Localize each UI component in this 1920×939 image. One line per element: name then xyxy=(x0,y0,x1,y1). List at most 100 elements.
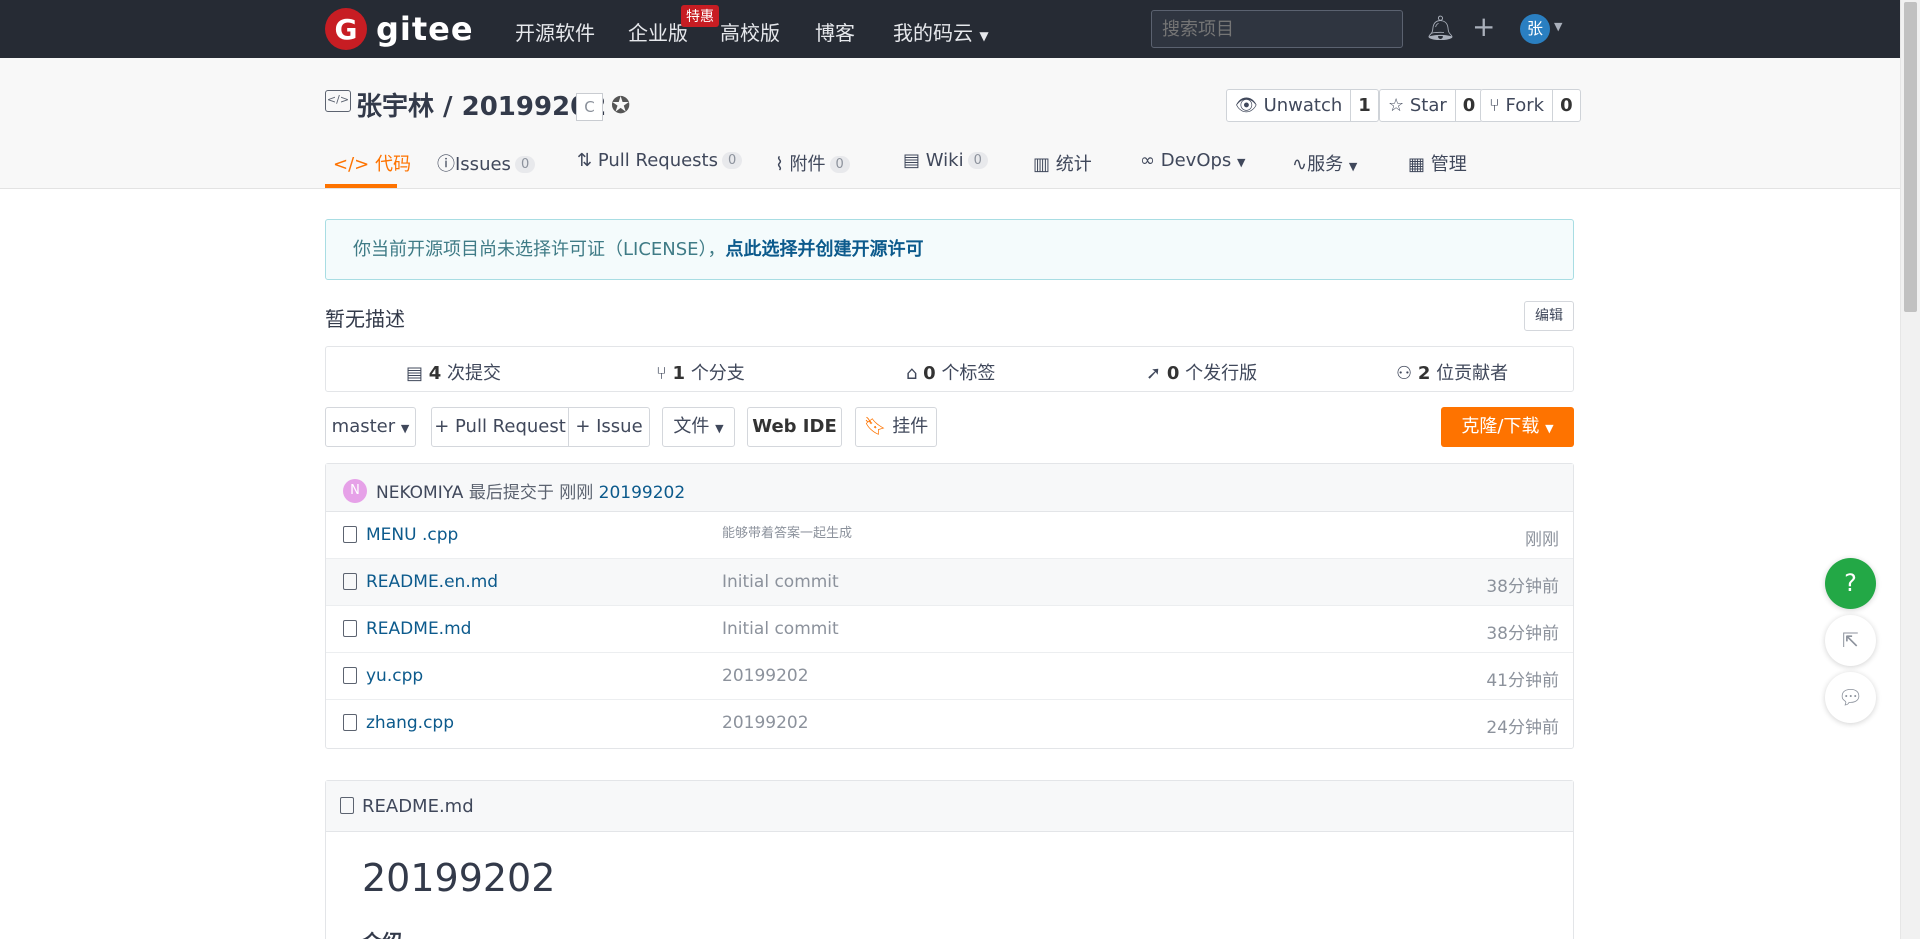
user-avatar[interactable]: 张 xyxy=(1520,14,1550,44)
file-commit-message[interactable]: Initial commit xyxy=(722,619,839,639)
tab-manage[interactable]: ▦ 管理 xyxy=(1408,150,1467,176)
edit-description-button[interactable]: 编辑 xyxy=(1524,301,1574,331)
star-button[interactable]: ☆ Star 0 xyxy=(1379,89,1484,122)
license-notice: 你当前开源项目尚未选择许可证（LICENSE），点此选择并创建开源许可 xyxy=(325,219,1574,280)
branch-icon: ⑂ xyxy=(656,363,667,384)
gitee-logo[interactable]: G gitee xyxy=(325,8,474,50)
nav-discount-badge: 特惠 xyxy=(681,5,719,27)
settings-doc-icon: ▦ xyxy=(1408,154,1426,175)
repo-code-icon: </> xyxy=(325,90,351,112)
stat-branches[interactable]: ⑂ 1 个分支 xyxy=(656,359,745,385)
gitee-logo-text: gitee xyxy=(376,10,474,48)
file-time: 24分钟前 xyxy=(1486,718,1559,738)
fork-button[interactable]: ⑂ Fork 0 xyxy=(1480,89,1581,122)
stat-contributors-label: 位贡献者 xyxy=(1436,363,1509,384)
clone-download-label: 克隆/下载 xyxy=(1461,416,1540,437)
branch-select[interactable]: master ▼ xyxy=(325,407,416,447)
widget-label: 挂件 xyxy=(892,416,929,437)
pull-request-icon: ⇅ xyxy=(577,150,593,171)
committer-avatar[interactable]: N xyxy=(343,479,367,503)
readme-filename[interactable]: README.md xyxy=(362,796,474,817)
tab-services[interactable]: ∿服务 ▼ xyxy=(1292,150,1357,176)
stat-releases-label: 个发行版 xyxy=(1185,363,1258,384)
widget-button[interactable]: 🔖︎ 挂件 xyxy=(855,407,937,447)
file-name[interactable]: yu.cpp xyxy=(366,666,423,686)
chevron-down-icon: ▼ xyxy=(979,29,989,43)
file-row[interactable]: README.en.md Initial commit 38分钟前 xyxy=(326,559,1573,606)
tab-stats[interactable]: ▥ 统计 xyxy=(1033,150,1092,176)
file-commit-message[interactable]: 20199202 xyxy=(722,666,809,686)
commit-link[interactable]: 20199202 xyxy=(599,483,686,503)
file-commit-message[interactable]: Initial commit xyxy=(722,572,839,592)
unwatch-label: Unwatch xyxy=(1263,95,1343,116)
issue-icon: ⓘ xyxy=(437,154,455,175)
tab-wiki[interactable]: ▤ Wiki 0 xyxy=(903,150,988,171)
nav-open-source[interactable]: 开源软件 xyxy=(515,17,595,46)
nav-my-gitee[interactable]: 我的码云 ▼ xyxy=(893,17,989,46)
clone-download-button[interactable]: 克隆/下载 ▼ xyxy=(1441,407,1574,447)
file-row[interactable]: zhang.cpp 20199202 24分钟前 xyxy=(326,700,1573,747)
file-name[interactable]: README.en.md xyxy=(366,572,498,592)
tab-code[interactable]: </> 代码 xyxy=(333,150,411,176)
file-menu-button[interactable]: 文件 ▼ xyxy=(662,407,735,447)
repo-title[interactable]: 张宇林 / 20199202 xyxy=(356,86,606,123)
web-ide-button[interactable]: Web IDE xyxy=(747,407,842,447)
file-row[interactable]: MENU .cpp 能够带着答案一起生成 刚刚 xyxy=(326,512,1573,559)
nav-university[interactable]: 高校版 xyxy=(720,17,780,46)
tab-issues[interactable]: ⓘIssues 0 xyxy=(437,150,536,176)
feedback-button[interactable]: 💬︎ xyxy=(1825,672,1876,723)
file-time: 刚刚 xyxy=(1525,530,1559,550)
stat-releases-value: 0 xyxy=(1166,363,1180,384)
nav-blog[interactable]: 博客 xyxy=(815,17,855,46)
chevron-down-icon: ▼ xyxy=(715,422,724,435)
stat-contributors[interactable]: ⚇ 2 位贡献者 xyxy=(1396,359,1508,385)
tab-attachments[interactable]: ⌇ 附件 0 xyxy=(775,150,850,176)
share-button[interactable]: ⇱ xyxy=(1825,615,1876,666)
stat-commits[interactable]: ▤ 4 次提交 xyxy=(406,359,501,385)
paperclip-icon: ⌇ xyxy=(775,154,784,175)
repo-description: 暂无描述 xyxy=(325,307,405,331)
search-input[interactable] xyxy=(1151,10,1403,48)
nav-enterprise[interactable]: 企业版 xyxy=(628,17,688,46)
unwatch-button[interactable]: 👁︎ Unwatch 1 xyxy=(1226,89,1379,122)
tab-attachments-count: 0 xyxy=(829,156,850,173)
tab-attachments-label: 附件 xyxy=(789,154,826,175)
scrollbar-thumb[interactable] xyxy=(1904,2,1917,312)
tab-devops[interactable]: ∞ DevOps ▼ xyxy=(1140,150,1246,171)
file-commit-message[interactable]: 能够带着答案一起生成 xyxy=(722,522,852,541)
file-name[interactable]: MENU .cpp xyxy=(366,525,458,545)
chat-icon: 💬︎ xyxy=(1837,685,1864,709)
file-commit-message[interactable]: 20199202 xyxy=(722,713,809,733)
commit-icon: ▤ xyxy=(406,363,424,384)
tab-wiki-count: 0 xyxy=(967,152,988,169)
file-name[interactable]: zhang.cpp xyxy=(366,713,454,733)
file-row[interactable]: README.md Initial commit 38分钟前 xyxy=(326,606,1573,653)
medal-icon[interactable]: ✪ xyxy=(611,93,630,119)
readme-header: README.md xyxy=(326,781,1573,832)
chevron-down-icon: ▼ xyxy=(1237,156,1246,169)
file-row[interactable]: yu.cpp 20199202 41分钟前 xyxy=(326,653,1573,700)
tab-stats-label: 统计 xyxy=(1055,154,1092,175)
file-name[interactable]: README.md xyxy=(366,619,471,639)
stat-releases[interactable]: ➚ 0 个发行版 xyxy=(1146,359,1257,385)
file-icon xyxy=(343,667,357,684)
avatar-chevron-down-icon[interactable]: ▼ xyxy=(1554,20,1562,33)
stat-tags-value: 0 xyxy=(923,363,936,384)
bell-icon[interactable]: 🔔︎ xyxy=(1425,14,1455,42)
commit-author[interactable]: NEKOMIYA xyxy=(376,483,463,503)
help-button[interactable]: ? xyxy=(1825,558,1876,609)
fork-icon: ⑂ xyxy=(1489,95,1500,116)
tag-icon: ⌂ xyxy=(906,363,918,384)
stat-tags[interactable]: ⌂ 0 个标签 xyxy=(906,359,995,385)
star-icon: ☆ xyxy=(1388,95,1405,116)
new-issue-button[interactable]: + Issue xyxy=(568,407,650,447)
page-scrollbar[interactable] xyxy=(1900,0,1920,939)
nav-my-gitee-label: 我的码云 xyxy=(893,21,973,45)
new-pull-request-button[interactable]: + Pull Request xyxy=(431,407,569,447)
infinity-icon: ∞ xyxy=(1140,150,1155,171)
readme-file-icon xyxy=(340,797,354,814)
tab-pull-requests[interactable]: ⇅ Pull Requests 0 xyxy=(577,150,743,171)
eye-icon: 👁︎ xyxy=(1235,95,1258,116)
plus-icon[interactable]: + xyxy=(1472,10,1495,43)
create-license-link[interactable]: 点此选择并创建开源许可 xyxy=(726,239,924,260)
